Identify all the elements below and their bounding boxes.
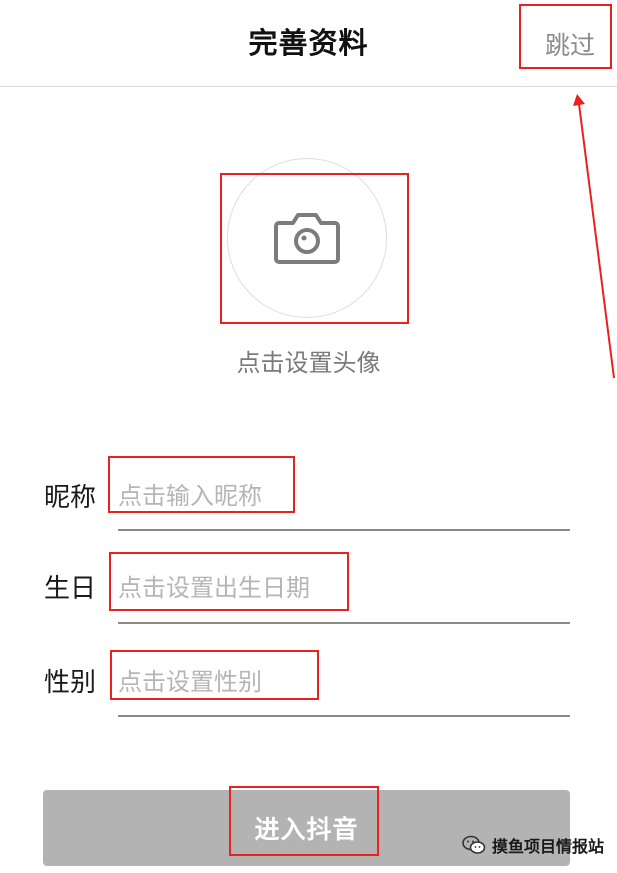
wechat-icon bbox=[462, 835, 486, 854]
nickname-underline bbox=[118, 529, 570, 531]
birthday-underline bbox=[118, 622, 570, 624]
watermark-text: 摸鱼项目情报站 bbox=[492, 837, 605, 856]
page-title: 完善资料 bbox=[248, 26, 369, 60]
avatar-upload-button[interactable] bbox=[227, 158, 387, 318]
camera-icon bbox=[274, 213, 340, 264]
skip-button[interactable]: 跳过 bbox=[545, 26, 595, 62]
header-bar: 完善资料 跳过 bbox=[0, 0, 617, 87]
gender-input[interactable]: 点击设置性别 bbox=[118, 662, 262, 697]
nickname-input[interactable]: 点击输入昵称 bbox=[118, 476, 262, 511]
avatar-caption[interactable]: 点击设置头像 bbox=[0, 343, 617, 378]
gender-label: 性别 bbox=[44, 668, 97, 698]
nickname-label: 昵称 bbox=[44, 483, 97, 513]
annotation-arrow bbox=[573, 94, 615, 379]
profile-setup-screen: 完善资料 跳过 点击设置头像 昵称 点击输入昵称 生日 点击设置出生日期 性别 … bbox=[0, 0, 617, 873]
birthday-label: 生日 bbox=[44, 574, 97, 604]
watermark: 摸鱼项目情报站 bbox=[462, 832, 604, 858]
gender-underline bbox=[118, 715, 570, 717]
birthday-input[interactable]: 点击设置出生日期 bbox=[118, 568, 310, 603]
